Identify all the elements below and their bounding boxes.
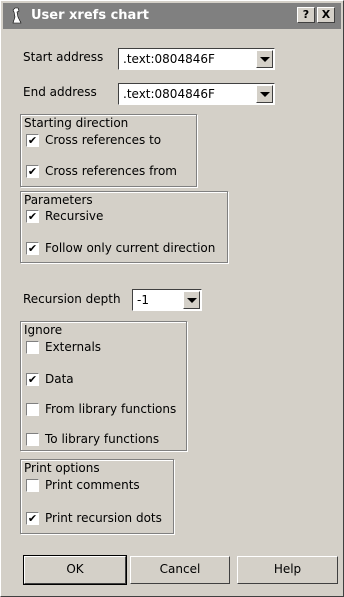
recursion-depth-value: -1 <box>137 293 149 307</box>
checkbox-label: From library functions <box>45 402 177 416</box>
group-title: Ignore <box>24 323 63 337</box>
checkbox-label: Externals <box>45 340 102 354</box>
chevron-down-icon[interactable] <box>256 50 273 68</box>
group-print-options: Print options Print comments ✔ Print rec… <box>20 459 174 534</box>
start-address-value: .text:0804846F <box>123 52 215 66</box>
checkbox-label: Cross references to <box>45 133 162 147</box>
recursion-depth-label: Recursion depth <box>23 292 121 306</box>
close-button[interactable]: X <box>317 7 335 23</box>
group-starting-direction: Starting direction ✔ Cross references to… <box>20 114 197 187</box>
checkbox-label: Follow only current direction <box>45 241 216 255</box>
checkbox-box <box>26 403 39 416</box>
start-address-label: Start address <box>23 50 104 64</box>
checkbox-box <box>26 433 39 446</box>
checkbox-label: Data <box>45 372 74 386</box>
checkbox-box <box>26 341 39 354</box>
help-title-button[interactable]: ? <box>297 7 315 23</box>
dialog-window: User xrefs chart ? X Start address .text… <box>0 0 344 597</box>
recursion-depth-combo[interactable]: -1 <box>132 289 202 311</box>
chevron-down-icon[interactable] <box>256 85 273 103</box>
checkbox-box: ✔ <box>26 512 39 525</box>
group-title: Print options <box>24 461 100 475</box>
checkbox-box <box>26 479 39 492</box>
checkbox-label: Print recursion dots <box>45 511 162 525</box>
start-address-combo[interactable]: .text:0804846F <box>118 48 275 70</box>
checkbox-box: ✔ <box>26 373 39 386</box>
checkbox-box: ✔ <box>26 242 39 255</box>
chevron-down-icon[interactable] <box>183 291 200 309</box>
end-address-label: End address <box>23 85 97 99</box>
group-parameters: Parameters ✔ Recursive ✔ Follow only cur… <box>20 191 228 263</box>
window-title: User xrefs chart <box>31 8 149 23</box>
group-title: Parameters <box>24 193 93 207</box>
title-bar[interactable]: User xrefs chart ? X <box>3 3 341 29</box>
checkbox-label: Recursive <box>45 209 104 223</box>
help-button[interactable]: Help <box>237 556 338 584</box>
ok-button[interactable]: OK <box>23 555 127 585</box>
checkbox-box: ✔ <box>26 165 39 178</box>
checkbox-box: ✔ <box>26 134 39 147</box>
checkbox-box: ✔ <box>26 210 39 223</box>
group-title: Starting direction <box>24 116 129 130</box>
checkbox-label: To library functions <box>45 432 160 446</box>
end-address-value: .text:0804846F <box>123 87 215 101</box>
cancel-button[interactable]: Cancel <box>130 556 230 584</box>
bird-icon <box>12 7 22 24</box>
end-address-combo[interactable]: .text:0804846F <box>118 83 275 105</box>
checkbox-label: Print comments <box>45 478 140 492</box>
group-ignore: Ignore Externals ✔ Data From library fun… <box>20 321 187 451</box>
checkbox-label: Cross references from <box>45 164 177 178</box>
